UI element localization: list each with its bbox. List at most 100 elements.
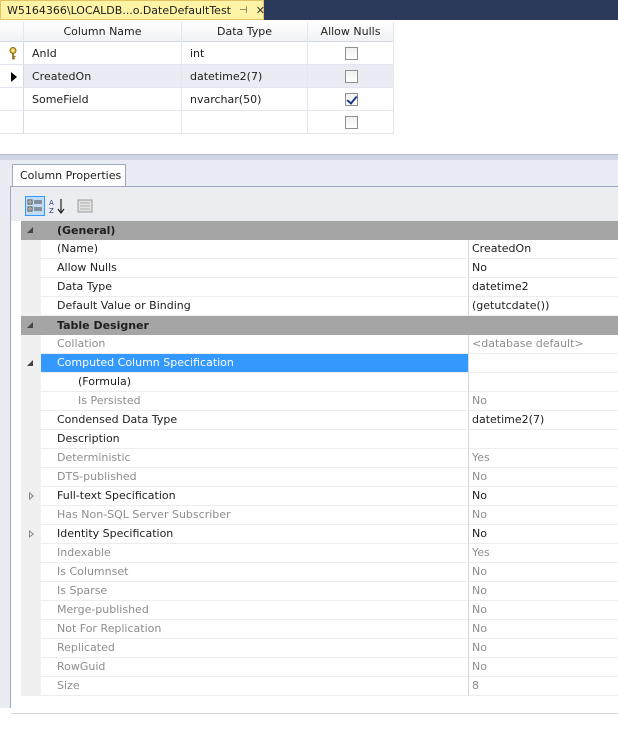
property-value[interactable]: No: [469, 582, 618, 601]
property-row[interactable]: Has Non-SQL Server Subscriber No: [21, 506, 618, 525]
property-row[interactable]: Full-text Specification No: [21, 487, 618, 506]
row-selector[interactable]: [0, 88, 24, 111]
property-name[interactable]: Default Value or Binding: [41, 297, 469, 316]
property-value[interactable]: No: [469, 639, 618, 658]
property-row[interactable]: Collation <database default>: [21, 335, 618, 354]
data-type-header[interactable]: Data Type: [182, 22, 308, 42]
property-row[interactable]: Size 8: [21, 677, 618, 696]
table-row[interactable]: AnId int: [0, 42, 394, 65]
property-row[interactable]: (Formula): [21, 373, 618, 392]
categorized-icon[interactable]: [25, 196, 45, 216]
property-name[interactable]: Merge-published: [41, 601, 469, 620]
property-name[interactable]: Computed Column Specification: [41, 354, 469, 373]
property-row[interactable]: Condensed Data Type datetime2(7): [21, 411, 618, 430]
property-row[interactable]: Merge-published No: [21, 601, 618, 620]
property-value[interactable]: Yes: [469, 544, 618, 563]
property-name[interactable]: Full-text Specification: [41, 487, 469, 506]
property-row[interactable]: Computed Column Specification: [21, 354, 618, 373]
property-row[interactable]: Allow Nulls No: [21, 259, 618, 278]
property-category[interactable]: (General): [21, 221, 618, 240]
data-type-cell[interactable]: [182, 111, 308, 134]
close-icon[interactable]: ✕: [256, 4, 265, 17]
property-value[interactable]: CreatedOn: [469, 240, 618, 259]
property-name[interactable]: Data Type: [41, 278, 469, 297]
property-name[interactable]: Is Sparse: [41, 582, 469, 601]
alphabetical-icon[interactable]: A Z: [47, 196, 67, 216]
property-pages-icon[interactable]: [75, 196, 95, 216]
property-value[interactable]: No: [469, 506, 618, 525]
column-name-cell[interactable]: [24, 111, 182, 134]
property-row[interactable]: (Name) CreatedOn: [21, 240, 618, 259]
property-value[interactable]: No: [469, 620, 618, 639]
table-row[interactable]: [0, 111, 394, 134]
collapse-icon[interactable]: [27, 360, 33, 366]
property-value[interactable]: No: [469, 525, 618, 544]
property-row[interactable]: Identity Specification No: [21, 525, 618, 544]
property-name[interactable]: Indexable: [41, 544, 469, 563]
property-name[interactable]: Collation: [41, 335, 469, 354]
property-name[interactable]: Description: [41, 430, 469, 449]
property-row[interactable]: Description: [21, 430, 618, 449]
property-name[interactable]: DTS-published: [41, 468, 469, 487]
property-value[interactable]: datetime2(7): [469, 411, 618, 430]
table-row[interactable]: SomeField nvarchar(50): [0, 88, 394, 111]
property-row[interactable]: Deterministic Yes: [21, 449, 618, 468]
property-name[interactable]: Deterministic: [41, 449, 469, 468]
pin-icon[interactable]: ⊣: [239, 5, 248, 16]
row-selector[interactable]: [0, 65, 24, 88]
data-type-cell[interactable]: nvarchar(50): [182, 88, 308, 111]
property-row[interactable]: Is Sparse No: [21, 582, 618, 601]
property-value[interactable]: 8: [469, 677, 618, 696]
property-name[interactable]: (Name): [41, 240, 469, 259]
property-name[interactable]: Is Persisted: [41, 392, 469, 411]
property-name[interactable]: (Formula): [41, 373, 469, 392]
property-value[interactable]: [469, 430, 618, 449]
expand-icon[interactable]: [29, 530, 34, 538]
data-type-cell[interactable]: datetime2(7): [182, 65, 308, 88]
collapse-icon[interactable]: [27, 227, 33, 233]
property-value[interactable]: Yes: [469, 449, 618, 468]
property-name[interactable]: Replicated: [41, 639, 469, 658]
column-name-cell[interactable]: CreatedOn: [24, 65, 182, 88]
column-name-cell[interactable]: SomeField: [24, 88, 182, 111]
property-value[interactable]: <database default>: [469, 335, 618, 354]
property-value[interactable]: No: [469, 563, 618, 582]
property-row[interactable]: Is Columnset No: [21, 563, 618, 582]
document-tab[interactable]: W5164366\LOCALDB...o.DateDefaultTest ⊣ ✕: [0, 0, 265, 20]
property-value[interactable]: datetime2: [469, 278, 618, 297]
property-value[interactable]: No: [469, 487, 618, 506]
property-name[interactable]: Not For Replication: [41, 620, 469, 639]
collapse-icon[interactable]: [27, 322, 33, 328]
property-value[interactable]: No: [469, 259, 618, 278]
expand-icon[interactable]: [29, 492, 34, 500]
property-value[interactable]: [469, 373, 618, 392]
property-row[interactable]: Is Persisted No: [21, 392, 618, 411]
property-row[interactable]: Default Value or Binding (getutcdate()): [21, 297, 618, 316]
row-selector[interactable]: [0, 111, 24, 134]
property-value[interactable]: (getutcdate()): [469, 297, 618, 316]
row-selector[interactable]: [0, 42, 24, 65]
allow-nulls-checkbox[interactable]: [345, 93, 358, 106]
property-name[interactable]: Has Non-SQL Server Subscriber: [41, 506, 469, 525]
allow-nulls-checkbox[interactable]: [345, 70, 358, 83]
property-name[interactable]: Size: [41, 677, 469, 696]
property-value[interactable]: [469, 354, 618, 373]
property-row[interactable]: Not For Replication No: [21, 620, 618, 639]
property-row[interactable]: DTS-published No: [21, 468, 618, 487]
allow-nulls-header[interactable]: Allow Nulls: [308, 22, 394, 42]
property-value[interactable]: No: [469, 601, 618, 620]
property-row[interactable]: Indexable Yes: [21, 544, 618, 563]
property-value[interactable]: No: [469, 468, 618, 487]
property-name[interactable]: Condensed Data Type: [41, 411, 469, 430]
property-row[interactable]: Replicated No: [21, 639, 618, 658]
column-name-cell[interactable]: AnId: [24, 42, 182, 65]
property-value[interactable]: No: [469, 392, 618, 411]
data-type-cell[interactable]: int: [182, 42, 308, 65]
property-name[interactable]: Is Columnset: [41, 563, 469, 582]
allow-nulls-checkbox[interactable]: [345, 47, 358, 60]
property-row[interactable]: RowGuid No: [21, 658, 618, 677]
property-name[interactable]: Identity Specification: [41, 525, 469, 544]
tab-column-properties[interactable]: Column Properties: [12, 164, 126, 187]
property-value[interactable]: No: [469, 658, 618, 677]
property-category[interactable]: Table Designer: [21, 316, 618, 335]
